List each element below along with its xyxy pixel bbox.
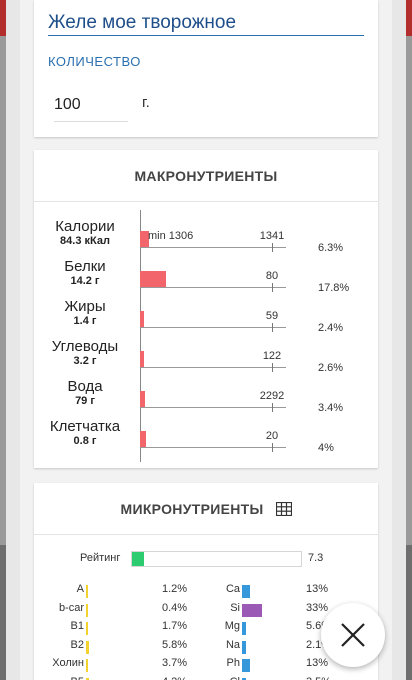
macro-reference-line bbox=[140, 447, 286, 448]
rating-value: 7.3 bbox=[308, 552, 324, 564]
micro-name: Ca bbox=[225, 583, 240, 595]
micro-name: Ph bbox=[226, 657, 240, 669]
macro-reference-tick bbox=[272, 443, 273, 452]
macro-reference-value: 122 bbox=[262, 350, 282, 362]
micro-value: 13% bbox=[306, 657, 329, 669]
macro-bar bbox=[140, 391, 145, 407]
macro-reference-tick bbox=[272, 243, 273, 252]
micro-name: Mg bbox=[224, 620, 240, 632]
micro-name: Na bbox=[225, 638, 240, 651]
product-name-input[interactable] bbox=[48, 10, 364, 36]
macro-name: Калории bbox=[55, 218, 115, 235]
macro-name: Вода bbox=[67, 378, 103, 395]
macro-amount: 79 г bbox=[75, 395, 95, 407]
macro-reference-line bbox=[140, 287, 286, 288]
macro-percent: 4% bbox=[318, 442, 334, 454]
background-edge-left bbox=[0, 0, 6, 680]
macro-reference-value: 80 bbox=[265, 270, 279, 282]
micro-row-right: Ph 13% bbox=[34, 657, 378, 675]
rating-bar bbox=[131, 551, 302, 567]
macro-reference-line bbox=[140, 407, 286, 408]
micro-name: Cl bbox=[204, 676, 240, 680]
close-button[interactable] bbox=[321, 603, 385, 667]
macro-reference-tick bbox=[272, 323, 273, 332]
macro-name: Жиры bbox=[64, 298, 106, 315]
micro-row-right: Ca 13% bbox=[34, 583, 378, 601]
macro-percent: 6.3% bbox=[318, 242, 344, 254]
background-edge-right bbox=[406, 0, 412, 680]
macro-reference-value: 1341 bbox=[259, 230, 285, 242]
macro-bar bbox=[140, 351, 144, 367]
macronutrients-card: МАКРОНУТРИЕНТЫ Калории 84.3 кКал 1341 min 1… bbox=[34, 150, 378, 468]
macro-reference-line bbox=[140, 367, 286, 368]
macro-row: Белки 14.2 г 80 17.8% bbox=[34, 258, 378, 298]
table-grid-icon[interactable] bbox=[275, 501, 292, 516]
macro-row: Углеводы 3.2 г 122 2.6% bbox=[34, 338, 378, 378]
macro-name: Углеводы bbox=[51, 338, 119, 355]
rating-fill bbox=[132, 552, 144, 566]
macro-percent: 3.4% bbox=[318, 402, 344, 414]
macro-amount: 0.8 г bbox=[73, 435, 97, 447]
macro-amount: 3.2 г bbox=[73, 355, 97, 367]
macro-reference-line bbox=[140, 327, 286, 328]
macro-percent: 2.6% bbox=[318, 362, 344, 374]
micro-bar bbox=[242, 640, 246, 654]
product-dialog: КОЛИЧЕСТВО г. МАКРОНУТРИЕНТЫ Калории84.3… bbox=[20, 0, 392, 680]
micro-bar bbox=[242, 603, 262, 617]
macro-reference-value: 2292 bbox=[259, 390, 285, 402]
micro-value: 13% bbox=[306, 583, 329, 595]
macro-reference-tick bbox=[272, 363, 273, 372]
macro-amount: 84.3 кКал bbox=[60, 235, 110, 247]
micro-value: 3.5% bbox=[306, 676, 331, 680]
rating-label: Рейтинг bbox=[80, 552, 121, 564]
macro-row: Калории 84.3 кКал 1341 min 1306 6.3% bbox=[34, 218, 378, 258]
macro-bar bbox=[140, 311, 144, 327]
micro-bar bbox=[242, 622, 246, 635]
macro-row: Вода 79 г 2292 3.4% bbox=[34, 378, 378, 418]
macro-percent: 2.4% bbox=[318, 322, 344, 334]
macro-reference-tick bbox=[272, 283, 273, 292]
macro-reference-line bbox=[140, 247, 286, 248]
macro-min-label: min bbox=[148, 230, 166, 242]
macro-amount: 1.4 г bbox=[73, 315, 97, 327]
macro-min-value: min 1306 bbox=[148, 230, 193, 242]
macronutrients-title: МАКРОНУТРИЕНТЫ bbox=[34, 150, 378, 202]
macro-bar bbox=[140, 271, 166, 287]
macro-row: Клетчатка 0.8 г 20 4% bbox=[34, 418, 378, 458]
close-icon bbox=[341, 623, 365, 647]
micro-name: Si bbox=[230, 601, 240, 614]
quantity-input[interactable] bbox=[54, 88, 128, 122]
quantity-label: КОЛИЧЕСТВО bbox=[48, 54, 141, 69]
macro-reference-tick bbox=[272, 403, 273, 412]
macro-row: Жиры 1.4 г 59 2.4% bbox=[34, 298, 378, 338]
micro-bar bbox=[242, 585, 250, 598]
micro-row-right: Cl 3.5% bbox=[34, 676, 378, 680]
micro-value: 33% bbox=[306, 601, 329, 614]
macro-reference-value: 20 bbox=[265, 430, 279, 442]
macro-name: Белки bbox=[64, 258, 106, 275]
micro-bar bbox=[242, 659, 250, 672]
product-card: КОЛИЧЕСТВО г. bbox=[34, 0, 378, 137]
macro-amount: 14.2 г bbox=[70, 275, 100, 287]
macro-min-number: 1306 bbox=[168, 230, 194, 242]
macro-bar bbox=[140, 431, 146, 447]
macro-reference-value: 59 bbox=[265, 310, 279, 322]
macro-percent: 17.8% bbox=[318, 282, 350, 294]
quantity-unit: г. bbox=[142, 94, 150, 111]
macro-name: Клетчатка bbox=[49, 418, 121, 435]
micronutrients-header: МИКРОНУТРИЕНТЫ bbox=[34, 483, 378, 535]
micronutrients-title: МИКРОНУТРИЕНТЫ bbox=[120, 500, 264, 517]
